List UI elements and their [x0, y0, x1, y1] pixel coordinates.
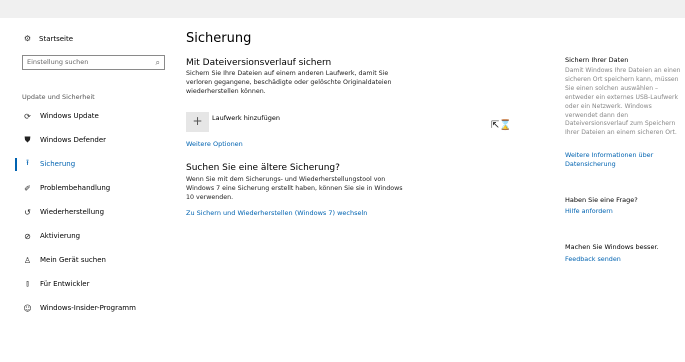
sidebar-item-label: Für Entwickler — [40, 280, 90, 288]
older-backup-description: Wenn Sie mit dem Sicherungs- und Wiederh… — [186, 176, 403, 201]
sidebar-item-label: Windows Update — [40, 112, 99, 120]
sidebar-item-label: Aktivierung — [40, 232, 81, 240]
page-title: Sicherung — [186, 31, 252, 46]
add-drive-label[interactable]: Laufwerk hinzufügen — [212, 114, 280, 122]
windows7-backup-link[interactable]: Zu Sichern und Wiederherstellen (Windows… — [186, 209, 367, 217]
recovery-icon: ↺ — [24, 207, 31, 217]
sidebar-item-wiederherstellung[interactable]: ↺ Wiederherstellung — [22, 205, 104, 219]
gear-icon: ⚙ — [23, 34, 32, 43]
wrench-icon: ✐ — [24, 183, 31, 193]
sidebar: ⚙ Startseite Einstellung suchen ⌕ Update… — [0, 18, 175, 362]
search-icon[interactable]: ⌕ — [156, 56, 160, 69]
sidebar-item-label: Mein Gerät suchen — [40, 256, 106, 264]
sidebar-item-windows-update[interactable]: ⟳ Windows Update — [22, 109, 99, 123]
person-location-icon: ♙ — [23, 255, 32, 265]
search-input[interactable]: Einstellung suchen ⌕ — [22, 55, 165, 70]
sidebar-item-label: Sicherung — [40, 160, 76, 168]
active-indicator — [15, 158, 17, 171]
more-options-link[interactable]: Weitere Optionen — [186, 140, 243, 148]
sidebar-item-label: Windows-Insider-Programm — [40, 304, 136, 312]
search-placeholder: Einstellung suchen — [27, 58, 89, 66]
section-heading: Update und Sicherheit — [22, 93, 95, 101]
file-history-description: Sichern Sie Ihre Dateien auf einem ander… — [186, 70, 392, 95]
sidebar-item-fuer-entwickler[interactable]: ⫾ Für Entwickler — [22, 277, 90, 291]
file-history-heading: Mit Dateiversionsverlauf sichern — [186, 58, 332, 68]
settings-window: ⚙ Startseite Einstellung suchen ⌕ Update… — [0, 18, 685, 362]
mouse-cursor-icon: ⇱⌛ — [491, 120, 512, 131]
backup-arrow-icon: ⭱ — [26, 158, 29, 167]
backup-info-link[interactable]: Weitere Informationen über Datensicherun… — [565, 151, 683, 169]
sidebar-item-label: Windows Defender — [40, 136, 107, 144]
get-help-link[interactable]: Hilfe anfordern — [565, 207, 683, 216]
sidebar-item-label: Wiederherstellung — [40, 208, 105, 216]
sidebar-item-windows-defender[interactable]: ⛊ Windows Defender — [22, 133, 107, 147]
backup-info-text: Damit Windows Ihre Dateien an einen sich… — [565, 67, 681, 137]
window-top-edge — [0, 0, 685, 18]
home-link[interactable]: ⚙ Startseite — [22, 34, 73, 43]
check-circle-icon: ⊘ — [24, 231, 31, 241]
feedback-link[interactable]: Feedback senden — [565, 255, 683, 264]
developer-icon: ⫾ — [26, 279, 29, 288]
shield-icon: ⛊ — [24, 135, 31, 144]
backup-info-heading: Sichern Ihrer Daten — [565, 56, 629, 64]
plus-icon: + — [192, 114, 203, 128]
improve-windows-heading: Machen Sie Windows besser. — [565, 243, 659, 251]
older-backup-heading: Suchen Sie eine ältere Sicherung? — [186, 163, 340, 173]
sidebar-item-aktivierung[interactable]: ⊘ Aktivierung — [22, 229, 80, 243]
sync-icon: ⟳ — [24, 111, 31, 121]
add-drive-button[interactable]: + — [186, 112, 209, 132]
insider-icon: ☺ — [23, 303, 32, 313]
sidebar-item-label: Problembehandlung — [40, 184, 111, 192]
sidebar-item-mein-geraet-suchen[interactable]: ♙ Mein Gerät suchen — [22, 253, 106, 267]
home-label: Startseite — [39, 34, 74, 43]
question-heading: Haben Sie eine Frage? — [565, 196, 638, 204]
sidebar-item-insider-programm[interactable]: ☺ Windows-Insider-Programm — [22, 301, 136, 315]
sidebar-item-problembehandlung[interactable]: ✐ Problembehandlung — [22, 181, 110, 195]
sidebar-item-sicherung[interactable]: ⭱ Sicherung — [22, 157, 75, 171]
